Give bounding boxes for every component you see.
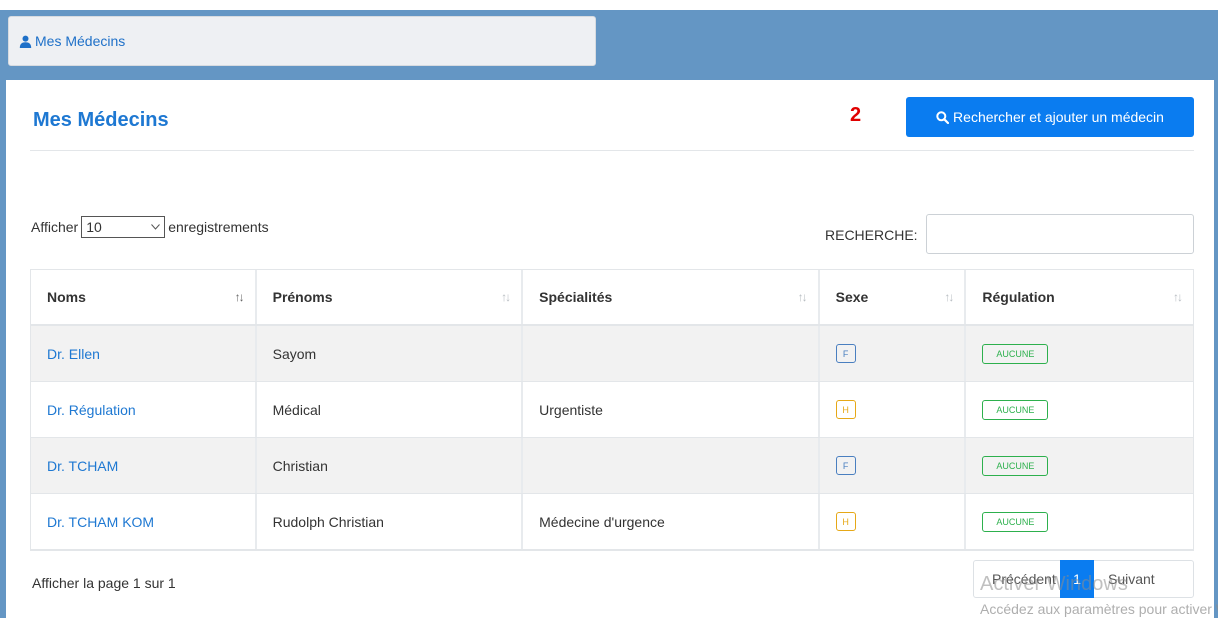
doctor-name-link[interactable]: Dr. TCHAM [31,438,257,493]
regulation-cell: AUCUNE [966,438,1193,493]
column-header-regulation[interactable]: Régulation ↑↓ [966,270,1193,324]
sex-badge: F [835,344,856,363]
sort-icon: ↑↓ [501,290,511,304]
doctor-name-link[interactable]: Dr. TCHAM KOM [31,494,257,549]
column-header-noms[interactable]: Noms ↑↓ [31,270,257,324]
sort-icon: ↑↓ [797,290,808,304]
right-frame-border [1214,80,1218,618]
pagination-info: Afficher la page 1 sur 1 [32,575,176,591]
specialty-cell [523,326,820,381]
page-length-suffix: enregistrements [168,219,269,235]
column-header-label: Prénoms [272,289,333,305]
specialty-cell: Urgentiste [523,382,820,437]
regulation-cell: AUCUNE [966,382,1193,437]
search-add-doctor-label: Rechercher et ajouter un médecin [953,109,1164,125]
annotation-number: 2 [850,104,862,126]
page-title: Mes Médecins [33,109,169,131]
doctor-name-link[interactable]: Dr. Ellen [31,326,257,381]
specialty-cell: Médecine d'urgence [523,494,820,549]
search-input[interactable] [926,214,1194,254]
regulation-cell: AUCUNE [966,494,1193,549]
regulation-badge: AUCUNE [982,399,1049,420]
divider [30,150,1194,151]
first-name-cell: Sayom [257,326,524,381]
table-header: Noms ↑↓ Prénoms ↑↓ Spécialités ↑↓ Sexe ↑… [31,270,1193,326]
chevron-down-icon [151,224,161,230]
page-length-value: 10 [86,219,102,235]
sex-cell: H [820,382,967,437]
tab-label: Mes Médecins [35,33,126,49]
windows-activation-hint: Accédez aux paramètres pour activer Wind… [980,601,1218,617]
sex-cell: F [820,326,967,381]
column-header-prenoms[interactable]: Prénoms ↑↓ [257,270,524,324]
sex-cell: H [820,494,967,549]
column-header-label: Régulation [982,289,1055,305]
first-name-cell: Médical [257,382,524,437]
search-icon [936,110,950,124]
tab-mes-medecins[interactable]: Mes Médecins [8,16,596,66]
table-row: Dr. TCHAM KOM Rudolph Christian Médecine… [31,494,1193,550]
column-header-label: Noms [47,289,86,305]
column-header-sexe[interactable]: Sexe ↑↓ [820,270,967,324]
page-length-select[interactable]: 10 [81,216,166,238]
doctors-card: Mes Médecins 2 Rechercher et ajouter un … [6,84,1218,618]
sort-icon: ↑↓ [1172,290,1183,304]
sex-badge: F [835,456,856,475]
first-name-cell: Christian [257,438,524,493]
sex-badge: H [835,512,856,531]
doctor-name-link[interactable]: Dr. Régulation [31,382,257,437]
sex-badge: H [835,400,856,419]
page-length-control: Afficher 10 enregistrements [31,216,269,238]
table-row: Dr. Régulation Médical Urgentiste H AUCU… [31,382,1193,438]
table-row: Dr. Ellen Sayom F AUCUNE [31,326,1193,382]
regulation-badge: AUCUNE [982,455,1049,476]
sex-cell: F [820,438,967,493]
regulation-cell: AUCUNE [966,326,1193,381]
specialty-cell [523,438,820,493]
column-header-specialites[interactable]: Spécialités ↑↓ [523,270,820,324]
first-name-cell: Rudolph Christian [257,494,524,549]
search-add-doctor-button[interactable]: Rechercher et ajouter un médecin [906,97,1194,137]
column-header-label: Spécialités [539,289,613,305]
table-row: Dr. TCHAM Christian F AUCUNE [31,438,1193,494]
top-navigation-bar: Mes Médecins [0,10,1218,80]
sort-icon: ↑↓ [944,290,954,304]
search-label: RECHERCHE: [825,227,918,243]
column-header-label: Sexe [835,289,869,305]
regulation-badge: AUCUNE [982,511,1049,532]
sort-icon: ↑↓ [234,290,245,304]
windows-activation-watermark: Activer Windows [980,573,1128,595]
doctor-icon [19,35,32,48]
regulation-badge: AUCUNE [982,343,1049,364]
doctors-table: Noms ↑↓ Prénoms ↑↓ Spécialités ↑↓ Sexe ↑… [30,269,1194,551]
page-length-prefix: Afficher [31,219,79,235]
